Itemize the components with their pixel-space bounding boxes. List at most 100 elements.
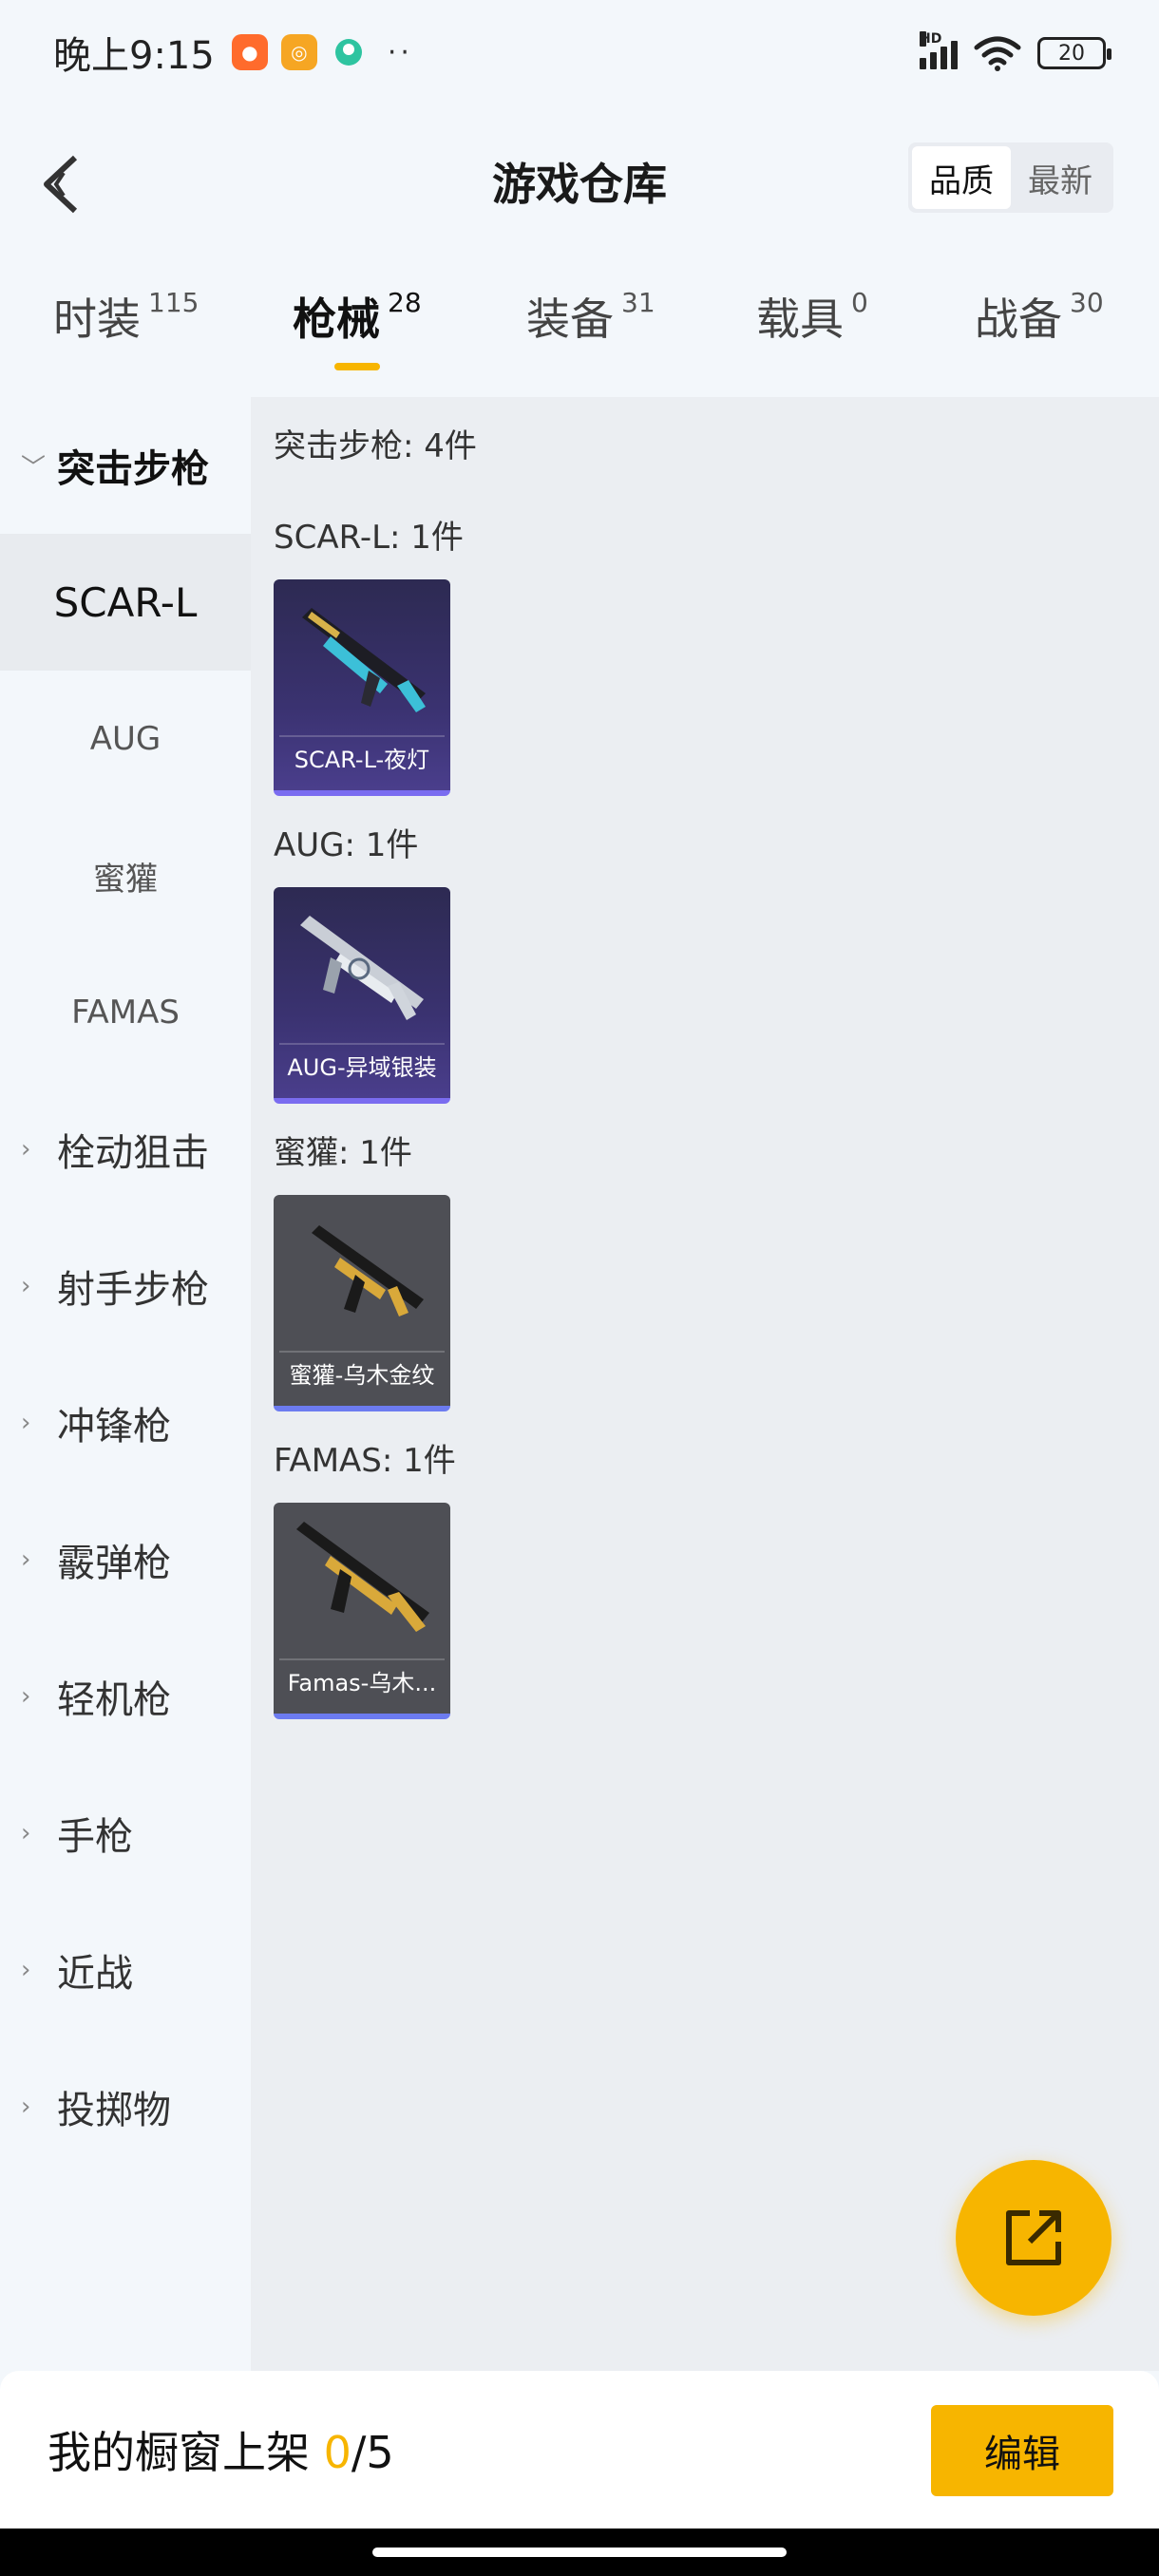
sidebar-group-label: 冲锋枪 — [57, 1405, 171, 1449]
chevron-right-icon: › — [21, 1682, 31, 1711]
showcase-count: 0 — [323, 2427, 352, 2478]
active-tab-indicator — [334, 363, 380, 370]
section-heading: 蜜獾: 1件 — [274, 1134, 412, 1172]
card-divider — [279, 1658, 445, 1660]
chevron-right-icon: › — [21, 1272, 31, 1300]
sidebar-group-marksman[interactable]: › 射手步枪 — [0, 1218, 251, 1354]
sort-toggle: 品质 最新 — [908, 142, 1113, 213]
header: 游戏仓库 品质 最新 — [0, 133, 1159, 237]
sidebar-group-lmg[interactable]: › 轻机枪 — [0, 1628, 251, 1765]
sidebar-item-honey-badger[interactable]: 蜜獾 — [0, 807, 251, 944]
browser-app-icon — [331, 34, 367, 70]
tab-label: 枪械 — [293, 294, 380, 345]
rifle-icon — [302, 608, 426, 712]
sidebar-item-scar-l[interactable]: SCAR-L — [0, 534, 251, 671]
tab-fashion[interactable]: 时装 115 — [53, 285, 199, 348]
tab-vehicles[interactable]: 载具 0 — [756, 285, 868, 348]
tab-label: 时装 — [53, 294, 141, 345]
chevron-right-icon: › — [21, 1135, 31, 1164]
sidebar-group-label: 霰弹枪 — [57, 1542, 171, 1585]
chevron-right-icon: › — [21, 1819, 31, 1847]
sidebar-group-label: 手枪 — [57, 1815, 133, 1859]
sidebar-group-label: 突击步枪 — [57, 447, 209, 491]
sort-newest-button[interactable]: 最新 — [1011, 146, 1110, 209]
rifle-icon — [296, 1522, 429, 1632]
wifi-icon — [974, 36, 1021, 71]
sidebar-group-shotgun[interactable]: › 霰弹枪 — [0, 1491, 251, 1628]
card-divider — [279, 1043, 445, 1045]
tab-count: 28 — [388, 287, 422, 318]
sort-quality-button[interactable]: 品质 — [912, 146, 1011, 209]
sidebar-group-assault-rifle[interactable]: ﹀ 突击步枪 — [0, 397, 251, 534]
item-name: AUG-异域银装 — [287, 1054, 437, 1081]
item-card[interactable]: SCAR-L-夜灯 — [274, 579, 450, 796]
item-name: 蜜獾-乌木金纹 — [289, 1362, 435, 1389]
showcase-status: 我的橱窗上架 0/5 — [48, 2418, 394, 2481]
sidebar-group-melee[interactable]: › 近战 — [0, 1902, 251, 2038]
tab-count: 115 — [148, 287, 200, 318]
sidebar-group-label: 投掷物 — [57, 2089, 171, 2132]
battery-level: 20 — [1058, 41, 1085, 66]
rifle-icon — [312, 1225, 424, 1316]
sidebar-group-label: 轻机枪 — [57, 1678, 171, 1722]
game-app-icon: ◎ — [280, 34, 317, 70]
tab-count: 0 — [851, 287, 868, 318]
showcase-total: /5 — [351, 2427, 394, 2478]
category-tabs: 时装 115 枪械 28 装备 31 载具 0 战备 30 — [0, 285, 1159, 380]
shop-app-icon: ● — [231, 34, 268, 70]
item-grid: 突击步枪: 4件 SCAR-L: 1件 SCAR-L-夜灯 AUG: 1件 AU… — [251, 397, 1159, 2371]
category-summary: 突击步枪: 4件 — [274, 427, 477, 465]
item-card[interactable]: 蜜獾-乌木金纹 — [274, 1195, 450, 1411]
item-name: Famas-乌木... — [287, 1670, 437, 1696]
status-bar: 晚上9:15 ● ◎ ·· HD 20 — [0, 0, 1159, 104]
card-divider — [279, 1351, 445, 1353]
sidebar-item-label: SCAR-L — [53, 578, 198, 626]
tab-count: 30 — [1070, 287, 1104, 318]
sidebar-group-label: 近战 — [57, 1952, 133, 1996]
sidebar-item-label: 蜜獾 — [93, 860, 158, 899]
signal-icon: HD — [920, 31, 958, 69]
section-heading: SCAR-L: 1件 — [274, 519, 464, 557]
weapon-type-sidebar: ﹀ 突击步枪 SCAR-L AUG 蜜獾 FAMAS › 栓动狙击 › 射手步枪… — [0, 397, 251, 2371]
chevron-right-icon: › — [21, 1956, 31, 1984]
section-heading: FAMAS: 1件 — [274, 1442, 456, 1480]
battery-icon: 20 — [1037, 37, 1112, 69]
card-divider — [279, 735, 445, 737]
hd-badge: HD — [920, 31, 942, 47]
section-heading: AUG: 1件 — [274, 826, 419, 864]
tab-label: 战备 — [975, 294, 1062, 345]
tab-combat-gear[interactable]: 战备 30 — [975, 285, 1104, 348]
sidebar-group-label: 栓动狙击 — [57, 1131, 209, 1175]
rifle-icon — [300, 916, 424, 1020]
edit-button[interactable]: 编辑 — [931, 2405, 1113, 2496]
sidebar-item-aug[interactable]: AUG — [0, 671, 251, 807]
system-nav-bar — [0, 2529, 1159, 2576]
tab-firearms[interactable]: 枪械 28 — [293, 285, 422, 348]
sidebar-item-label: FAMAS — [71, 994, 180, 1032]
tab-label: 载具 — [756, 294, 844, 345]
sidebar-group-pistol[interactable]: › 手枪 — [0, 1765, 251, 1902]
status-time: 晚上9:15 — [53, 34, 215, 78]
tab-label: 装备 — [526, 294, 614, 345]
sidebar-group-bolt-sniper[interactable]: › 栓动狙击 — [0, 1081, 251, 1218]
sidebar-group-throwables[interactable]: › 投掷物 — [0, 2038, 251, 2175]
share-button[interactable] — [956, 2160, 1112, 2316]
share-icon — [1006, 2210, 1061, 2265]
sidebar-group-smg[interactable]: › 冲锋枪 — [0, 1354, 251, 1491]
status-indicators: HD 20 — [920, 31, 1112, 72]
sidebar-item-famas[interactable]: FAMAS — [0, 944, 251, 1081]
home-indicator[interactable] — [372, 2548, 787, 2557]
item-name: SCAR-L-夜灯 — [294, 747, 430, 773]
more-notifications-icon: ·· — [387, 35, 413, 69]
chevron-right-icon: › — [21, 2093, 31, 2121]
chevron-right-icon: › — [21, 1409, 31, 1437]
tab-count: 31 — [621, 287, 656, 318]
item-card[interactable]: AUG-异域银装 — [274, 887, 450, 1104]
sidebar-group-label: 射手步枪 — [57, 1268, 209, 1312]
tab-equipment[interactable]: 装备 31 — [526, 285, 656, 348]
showcase-label: 我的橱窗上架 — [48, 2427, 324, 2478]
item-card[interactable]: Famas-乌木... — [274, 1503, 450, 1719]
chevron-right-icon: › — [21, 1545, 31, 1574]
sidebar-item-label: AUG — [89, 720, 162, 758]
showcase-bar: 我的橱窗上架 0/5 编辑 — [0, 2371, 1159, 2529]
